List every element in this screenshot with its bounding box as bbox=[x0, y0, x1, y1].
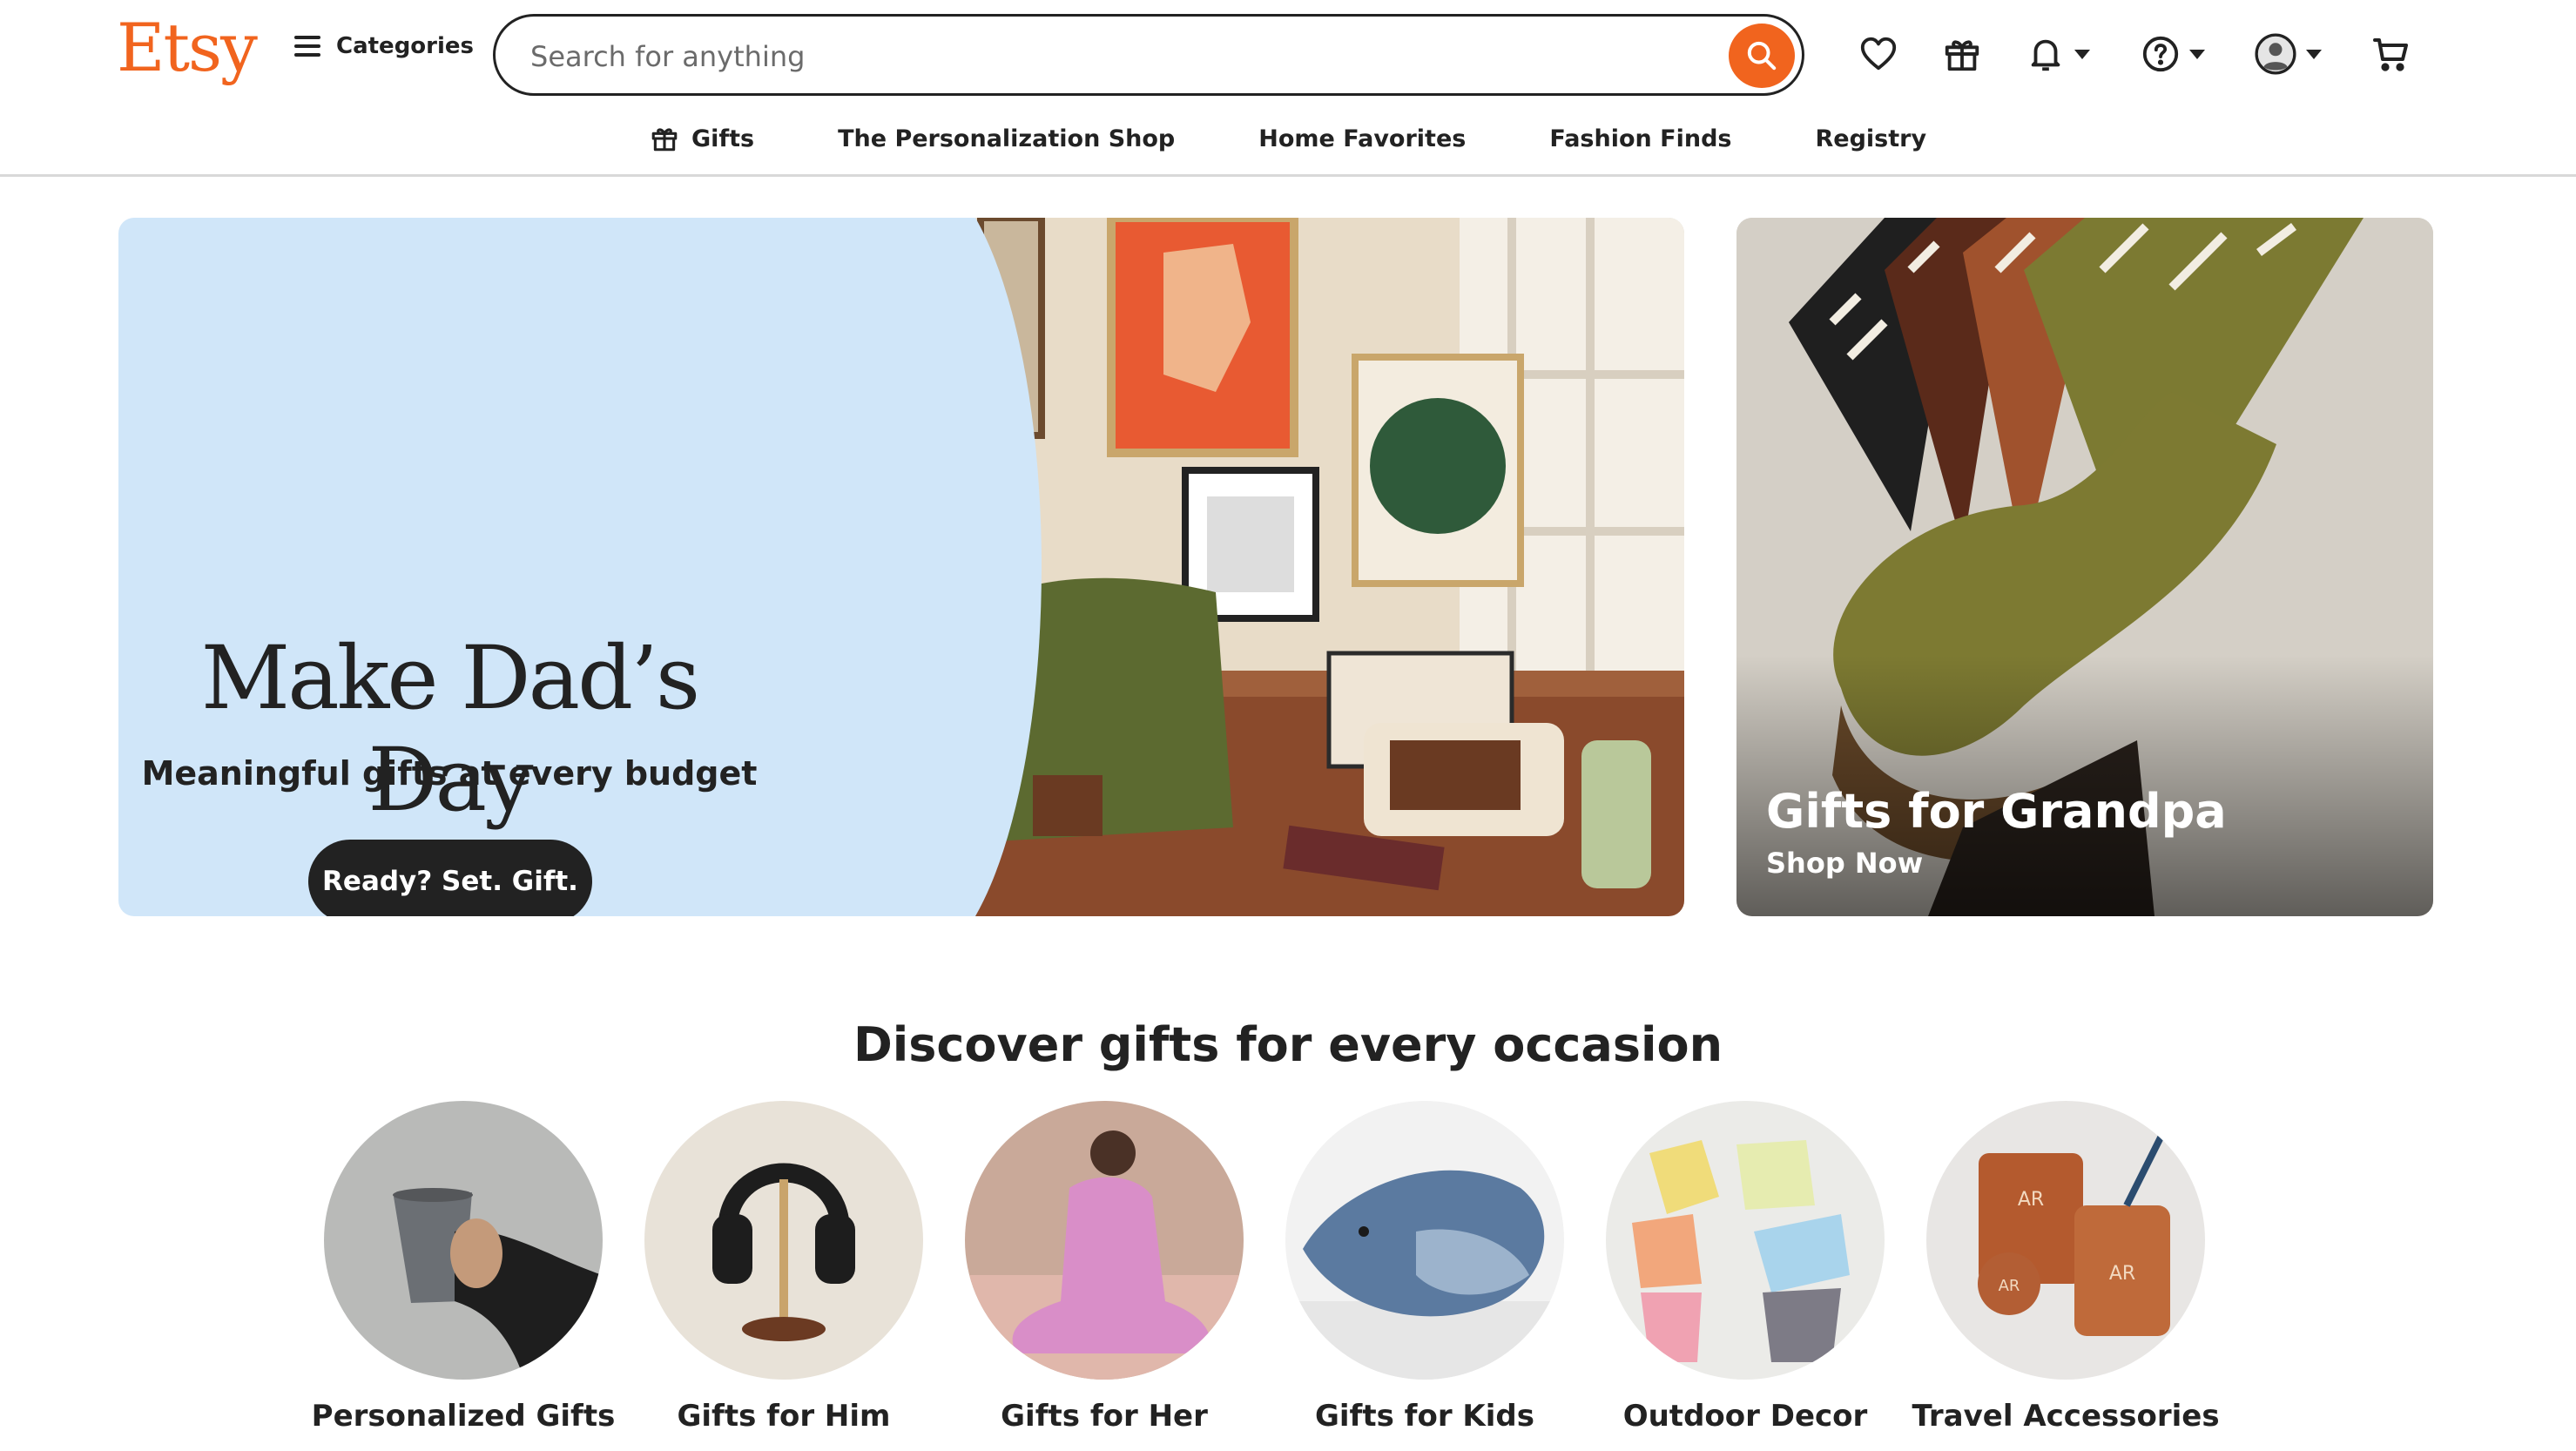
help-button[interactable] bbox=[2141, 30, 2205, 78]
nav-personalization-shop[interactable]: The Personalization Shop bbox=[838, 125, 1175, 152]
occasion-item-gifts-for-him[interactable]: Gifts for Him bbox=[644, 1101, 923, 1434]
promo-card-grandpa[interactable]: Gifts for Grandpa Shop Now bbox=[1736, 218, 2433, 916]
account-button[interactable] bbox=[2254, 30, 2322, 78]
nav-registry[interactable]: Registry bbox=[1815, 125, 1926, 152]
notifications-button[interactable] bbox=[2026, 30, 2090, 78]
hero-cta-button[interactable]: Ready? Set. Gift. bbox=[308, 840, 592, 916]
nav-fashion-finds-label: Fashion Finds bbox=[1549, 125, 1732, 152]
nav-home-favorites-label: Home Favorites bbox=[1258, 125, 1467, 152]
site-header: Etsy Categories Gifts The Personalizatio… bbox=[0, 0, 2576, 177]
hero-subtitle: Meaningful gifts at every budget bbox=[141, 754, 758, 793]
svg-text:AR: AR bbox=[2109, 1263, 2135, 1285]
hero-curve bbox=[780, 218, 1042, 916]
nav-gifts[interactable]: Gifts bbox=[650, 124, 754, 153]
gift-mode-button[interactable] bbox=[1942, 30, 1982, 78]
occasion-label: Gifts for Him bbox=[677, 1399, 891, 1434]
occasion-item-personalized-gifts[interactable]: Personalized Gifts bbox=[312, 1101, 615, 1434]
gift-icon bbox=[1945, 40, 1979, 71]
occasion-item-travel-accessories[interactable]: AR AR AR Travel Accessories bbox=[1912, 1101, 2220, 1434]
nav-personalization-shop-label: The Personalization Shop bbox=[838, 125, 1176, 152]
occasion-item-outdoor-decor[interactable]: Outdoor Decor bbox=[1606, 1101, 1885, 1434]
promo-title: Gifts for Grandpa bbox=[1766, 784, 2227, 839]
occasion-item-gifts-for-kids[interactable]: Gifts for Kids bbox=[1285, 1101, 1564, 1434]
nav-fashion-finds[interactable]: Fashion Finds bbox=[1549, 125, 1731, 152]
gift-icon bbox=[651, 128, 678, 152]
cart-button[interactable] bbox=[2370, 30, 2412, 78]
cart-icon bbox=[2373, 38, 2408, 71]
favorites-button[interactable] bbox=[1858, 30, 1898, 78]
heart-icon bbox=[1860, 37, 1897, 71]
discover-heading: Discover gifts for every occasion bbox=[853, 1017, 1723, 1072]
occasion-image bbox=[324, 1101, 603, 1380]
occasion-image bbox=[644, 1101, 923, 1380]
categories-label: Categories bbox=[336, 33, 475, 59]
bell-icon bbox=[2031, 39, 2060, 71]
occasion-image bbox=[1606, 1101, 1885, 1380]
search-bar bbox=[493, 14, 1804, 96]
secondary-nav: Gifts The Personalization Shop Home Favo… bbox=[0, 117, 2576, 160]
etsy-logo[interactable]: Etsy bbox=[117, 9, 258, 86]
hero-banner: Make Dad’s Day Meaningful gifts at every… bbox=[118, 218, 1684, 916]
chevron-down-icon bbox=[2306, 49, 2322, 59]
hero-title: Make Dad’s Day bbox=[200, 627, 701, 831]
occasion-label: Gifts for Kids bbox=[1314, 1399, 1534, 1434]
categories-button[interactable]: Categories bbox=[294, 33, 474, 59]
nav-registry-label: Registry bbox=[1815, 125, 1927, 152]
svg-text:AR: AR bbox=[2018, 1189, 2044, 1211]
search-input[interactable] bbox=[529, 32, 1664, 81]
nav-home-favorites[interactable]: Home Favorites bbox=[1258, 125, 1466, 152]
occasion-label: Gifts for Her bbox=[1001, 1399, 1208, 1434]
occasion-label: Travel Accessories bbox=[1912, 1399, 2220, 1434]
occasion-item-gifts-for-her[interactable]: Gifts for Her bbox=[965, 1101, 1244, 1434]
search-icon bbox=[1747, 41, 1777, 71]
search-button[interactable] bbox=[1729, 24, 1795, 88]
occasion-label: Outdoor Decor bbox=[1622, 1399, 1868, 1434]
occasion-list: Personalized Gifts Gifts for Him Gifts f… bbox=[312, 1101, 2220, 1434]
occasion-image bbox=[1285, 1101, 1564, 1380]
occasion-image: AR AR AR bbox=[1926, 1101, 2205, 1380]
occasion-image bbox=[965, 1101, 1244, 1380]
avatar-icon bbox=[2255, 33, 2296, 75]
chevron-down-icon bbox=[2074, 49, 2090, 59]
help-icon bbox=[2142, 36, 2179, 72]
svg-text:AR: AR bbox=[1999, 1277, 2020, 1295]
nav-gifts-label: Gifts bbox=[691, 125, 755, 152]
chevron-down-icon bbox=[2189, 49, 2205, 59]
menu-icon bbox=[294, 36, 320, 57]
occasion-label: Personalized Gifts bbox=[311, 1399, 616, 1434]
promo-shop-now-link[interactable]: Shop Now bbox=[1766, 847, 1923, 880]
